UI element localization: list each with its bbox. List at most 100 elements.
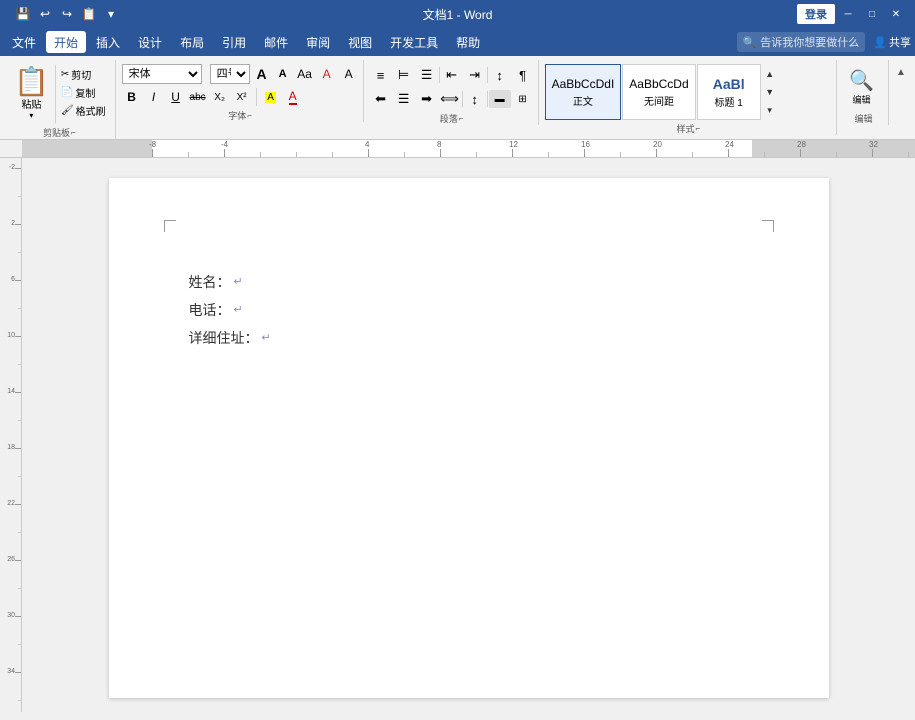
ruler-container: -8-44812162024283236404448 <box>0 140 915 158</box>
page[interactable]: 姓名： ↵ 电话： ↵ 详细住址： ↵ <box>109 178 829 698</box>
font-size-select[interactable]: 四号 <box>210 64 250 84</box>
title-right: 登录 ─ □ ✕ <box>797 3 907 25</box>
name-text: 姓名： <box>189 268 231 296</box>
menu-review[interactable]: 审阅 <box>298 31 338 53</box>
menu-insert[interactable]: 插入 <box>88 31 128 53</box>
style-normal[interactable]: AaBbCcDdI 正文 <box>545 64 622 120</box>
login-button[interactable]: 登录 <box>797 4 835 24</box>
font-color-icon: A <box>289 89 297 105</box>
sort-button[interactable]: ↕ <box>489 64 511 86</box>
menu-file[interactable]: 文件 <box>4 31 44 53</box>
style-scroll-down[interactable]: ▼ <box>762 83 778 101</box>
share-button[interactable]: 👤 共享 <box>873 34 911 50</box>
style-heading1-label: 标题 1 <box>714 94 742 109</box>
subscript-button[interactable]: X₂ <box>210 87 230 107</box>
menu-view[interactable]: 视图 <box>340 31 380 53</box>
para-content: ≡ ⊨ ☰ ⇤ ⇥ ↕ ¶ ⬅ ☰ <box>370 64 534 110</box>
qat-undo-button[interactable]: ↩ <box>36 5 54 23</box>
ordered-list-button[interactable]: ⊨ <box>393 64 415 86</box>
italic-button[interactable]: I <box>144 87 164 107</box>
find-replace-button[interactable]: 🔍 编辑 <box>843 64 880 110</box>
line-spacing-button[interactable]: ↕ <box>464 88 486 110</box>
menu-design[interactable]: 设计 <box>130 31 170 53</box>
underline-button[interactable]: U <box>166 87 186 107</box>
menu-refs[interactable]: 引用 <box>214 31 254 53</box>
quick-access-toolbar: 💾 ↩ ↪ 📋 ▾ <box>8 5 126 23</box>
menu-home[interactable]: 开始 <box>46 31 86 53</box>
menu-layout[interactable]: 布局 <box>172 31 212 53</box>
strikethrough-button[interactable]: abc <box>188 87 208 107</box>
para-sep1 <box>439 67 440 83</box>
unordered-list-button[interactable]: ≡ <box>370 64 392 86</box>
search-icon: 🔍 <box>743 36 757 49</box>
font-content: 宋体 四号 A A Aa A A <box>122 64 359 107</box>
clipboard-expand-icon[interactable]: ⌐ <box>71 128 76 137</box>
style-heading1[interactable]: AaBl 标题 1 <box>697 64 761 120</box>
corner-top-right <box>762 220 774 232</box>
name-line[interactable]: 姓名： ↵ <box>189 268 749 296</box>
find-label: 编辑 <box>852 93 870 106</box>
minimize-button[interactable]: ─ <box>837 3 859 25</box>
editing-label: 编辑 <box>843 110 884 125</box>
decrease-font-button[interactable]: A <box>273 64 293 84</box>
qat-redo-button[interactable]: ↪ <box>58 5 76 23</box>
superscript-button[interactable]: X² <box>232 87 252 107</box>
format-painter-button[interactable]: 🖌 格式刷 <box>58 102 109 119</box>
qat-save-button[interactable]: 💾 <box>14 5 32 23</box>
left-ruler: -2261014182226303438 <box>0 158 22 712</box>
menu-dev[interactable]: 开发工具 <box>382 31 446 53</box>
address-line[interactable]: 详细住址： ↵ <box>189 324 749 352</box>
font-name-select[interactable]: 宋体 <box>122 64 202 84</box>
para-row1: ≡ ⊨ ☰ ⇤ ⇥ ↕ ¶ <box>370 64 534 86</box>
border-button[interactable]: ⊞ <box>512 88 534 110</box>
menu-mail[interactable]: 邮件 <box>256 31 296 53</box>
style-scroll-up[interactable]: ▲ <box>762 65 778 83</box>
cut-button[interactable]: ✂ 剪切 <box>58 66 109 83</box>
editing-group: 🔍 编辑 编辑 <box>839 60 889 125</box>
shading-button[interactable]: ▬ <box>489 90 511 108</box>
menu-bar: 文件 开始 插入 设计 布局 引用 邮件 审阅 视图 开发工具 帮助 🔍 告诉我… <box>0 28 915 56</box>
multilevel-list-button[interactable]: ☰ <box>416 64 438 86</box>
align-right-button[interactable]: ➡ <box>416 88 438 110</box>
copy-button[interactable]: 📄 复制 <box>58 84 109 101</box>
clipboard-label: 剪贴板 ⌐ <box>8 124 111 139</box>
font-label: 字体 ⌐ <box>122 107 359 122</box>
font-group: 宋体 四号 A A Aa A A <box>118 60 364 122</box>
close-button[interactable]: ✕ <box>885 3 907 25</box>
bold-button[interactable]: B <box>122 87 142 107</box>
change-case-button[interactable]: Aa <box>295 64 315 84</box>
para-sep2 <box>487 67 488 83</box>
decrease-indent-button[interactable]: ⇤ <box>441 64 463 86</box>
qat-more-button[interactable]: ▾ <box>102 5 120 23</box>
styles-content: AaBbCcDdI 正文 AaBbCcDd 无间距 AaBl 标题 1 ▲ ▼ <box>545 64 832 120</box>
restore-button[interactable]: □ <box>861 3 883 25</box>
document-area[interactable]: 姓名： ↵ 电话： ↵ 详细住址： ↵ <box>22 158 915 712</box>
font-expand-icon[interactable]: ⌐ <box>247 111 252 120</box>
menu-help[interactable]: 帮助 <box>448 31 488 53</box>
font-row1: 宋体 四号 A A Aa A A <box>122 64 359 84</box>
text-effect-button[interactable]: A <box>339 64 359 84</box>
increase-font-button[interactable]: A <box>252 64 272 84</box>
search-box[interactable]: 🔍 告诉我你想要做什么 <box>737 32 866 52</box>
align-center-button[interactable]: ☰ <box>393 88 415 110</box>
style-no-spacing-preview: AaBbCcDd <box>629 77 688 91</box>
paste-arrow[interactable]: ▾ <box>29 111 33 120</box>
style-more[interactable]: ▾ <box>762 101 778 119</box>
ribbon-collapse-button[interactable]: ▲ <box>893 64 909 80</box>
font-color-button[interactable]: A <box>283 87 303 107</box>
styles-expand-icon[interactable]: ⌐ <box>695 124 700 133</box>
qat-touch-button[interactable]: 📋 <box>80 5 98 23</box>
highlight-button[interactable]: A <box>261 87 281 107</box>
justify-button[interactable]: ⟺ <box>439 88 461 110</box>
show-marks-button[interactable]: ¶ <box>512 64 534 86</box>
phone-line[interactable]: 电话： ↵ <box>189 296 749 324</box>
clear-format-button[interactable]: A <box>317 64 337 84</box>
para-expand-icon[interactable]: ⌐ <box>459 114 464 123</box>
increase-indent-button[interactable]: ⇥ <box>464 64 486 86</box>
paste-button[interactable]: 📋 粘贴 ▾ <box>8 64 56 124</box>
style-no-spacing[interactable]: AaBbCcDd 无间距 <box>622 64 695 120</box>
para-row2: ⬅ ☰ ➡ ⟺ ↕ ▬ ⊞ <box>370 88 534 110</box>
document-content: 姓名： ↵ 电话： ↵ 详细住址： ↵ <box>189 268 749 352</box>
align-left-button[interactable]: ⬅ <box>370 88 392 110</box>
address-text: 详细住址： <box>189 324 259 352</box>
